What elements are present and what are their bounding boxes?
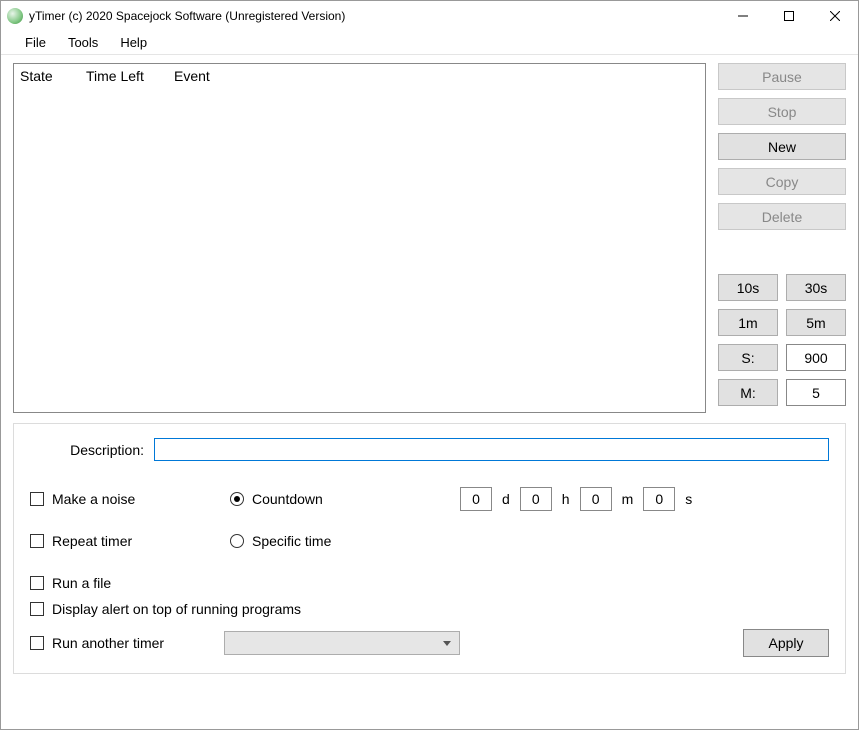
countdown-time-inputs: 0 d 0 h 0 m 0 s <box>460 487 829 511</box>
make-a-noise-label: Make a noise <box>52 491 135 507</box>
radio-icon <box>230 534 244 548</box>
menu-file[interactable]: File <box>15 33 56 52</box>
quick-5m-button[interactable]: 5m <box>786 309 846 336</box>
quick-30s-button[interactable]: 30s <box>786 274 846 301</box>
run-a-file-label: Run a file <box>52 575 111 591</box>
checkbox-icon <box>30 602 44 616</box>
apply-button[interactable]: Apply <box>743 629 829 657</box>
copy-button[interactable]: Copy <box>718 168 846 195</box>
display-alert-label: Display alert on top of running programs <box>52 601 301 617</box>
radio-icon <box>230 492 244 506</box>
minutes-time-input[interactable]: 0 <box>580 487 612 511</box>
minimize-button[interactable] <box>720 1 766 31</box>
seconds-input[interactable]: 900 <box>786 344 846 371</box>
run-a-file-checkbox[interactable]: Run a file <box>30 575 829 591</box>
hours-input[interactable]: 0 <box>520 487 552 511</box>
countdown-label: Countdown <box>252 491 323 507</box>
timer-settings-panel: Description: Make a noise Countdown 0 d … <box>13 423 846 674</box>
menu-help[interactable]: Help <box>110 33 157 52</box>
window-title: yTimer (c) 2020 Spacejock Software (Unre… <box>29 9 720 23</box>
column-time-left[interactable]: Time Left <box>86 68 174 84</box>
seconds-unit: s <box>685 491 692 507</box>
minutes-label-button[interactable]: M: <box>718 379 778 406</box>
column-state[interactable]: State <box>20 68 86 84</box>
timer-list[interactable]: State Time Left Event <box>13 63 706 413</box>
stop-button[interactable]: Stop <box>718 98 846 125</box>
seconds-time-input[interactable]: 0 <box>643 487 675 511</box>
make-a-noise-checkbox[interactable]: Make a noise <box>30 491 230 507</box>
pause-button[interactable]: Pause <box>718 63 846 90</box>
days-unit: d <box>502 491 510 507</box>
menu-tools[interactable]: Tools <box>58 33 108 52</box>
days-input[interactable]: 0 <box>460 487 492 511</box>
display-alert-checkbox[interactable]: Display alert on top of running programs <box>30 601 829 617</box>
seconds-label-button[interactable]: S: <box>718 344 778 371</box>
countdown-radio[interactable]: Countdown <box>230 491 460 507</box>
delete-button[interactable]: Delete <box>718 203 846 230</box>
specific-time-label: Specific time <box>252 533 331 549</box>
minutes-unit: m <box>622 491 634 507</box>
run-another-timer-label: Run another timer <box>52 635 164 651</box>
menubar: File Tools Help <box>1 31 858 55</box>
maximize-button[interactable] <box>766 1 812 31</box>
run-another-timer-dropdown[interactable] <box>224 631 460 655</box>
run-another-timer-checkbox[interactable]: Run another timer <box>30 635 164 651</box>
quick-10s-button[interactable]: 10s <box>718 274 778 301</box>
repeat-timer-checkbox[interactable]: Repeat timer <box>30 533 230 549</box>
app-icon <box>7 8 23 24</box>
quick-1m-button[interactable]: 1m <box>718 309 778 336</box>
timer-list-header: State Time Left Event <box>14 64 705 90</box>
close-button[interactable] <box>812 1 858 31</box>
checkbox-icon <box>30 534 44 548</box>
hours-unit: h <box>562 491 570 507</box>
checkbox-icon <box>30 576 44 590</box>
minutes-input[interactable]: 5 <box>786 379 846 406</box>
checkbox-icon <box>30 492 44 506</box>
new-button[interactable]: New <box>718 133 846 160</box>
column-event[interactable]: Event <box>174 68 699 84</box>
repeat-timer-label: Repeat timer <box>52 533 132 549</box>
titlebar: yTimer (c) 2020 Spacejock Software (Unre… <box>1 1 858 31</box>
description-input[interactable] <box>154 438 829 461</box>
checkbox-icon <box>30 636 44 650</box>
specific-time-radio[interactable]: Specific time <box>230 533 460 549</box>
description-label: Description: <box>30 442 154 458</box>
